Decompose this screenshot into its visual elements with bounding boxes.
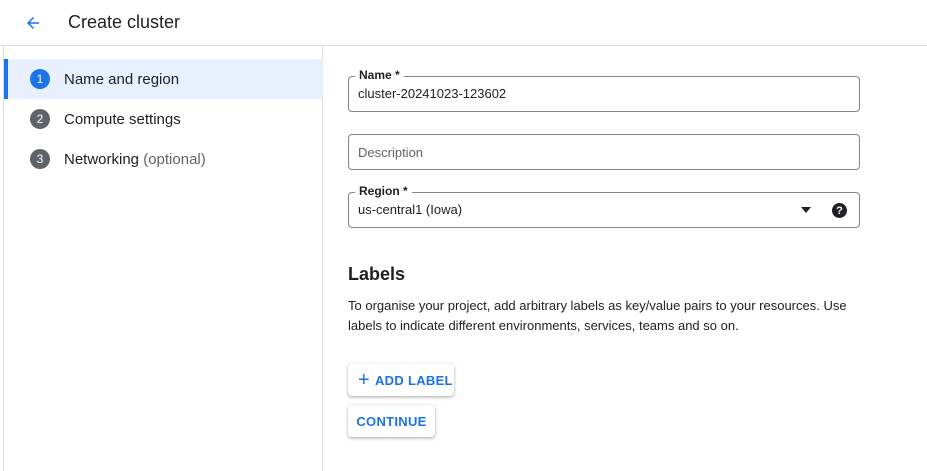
step-number: 2 bbox=[30, 109, 50, 129]
name-field-label: Name * bbox=[355, 68, 404, 82]
region-field-value: us-central1 (Iowa) bbox=[358, 202, 463, 217]
step-optional-tag: (optional) bbox=[143, 150, 206, 168]
labels-description: To organise your project, add arbitrary … bbox=[348, 298, 847, 333]
plus-icon: + bbox=[358, 369, 370, 391]
continue-button[interactable]: CONTINUE bbox=[348, 405, 435, 437]
step-number: 3 bbox=[30, 149, 50, 169]
stepper: 1 Name and region 2 Compute settings 3 N… bbox=[4, 46, 323, 471]
labels-heading: Labels bbox=[348, 264, 406, 284]
dropdown-arrow-icon[interactable] bbox=[801, 207, 811, 213]
description-field[interactable] bbox=[348, 134, 860, 170]
arrow-back-icon bbox=[27, 17, 39, 29]
step-networking[interactable]: 3 Networking (optional) bbox=[4, 139, 323, 179]
step-compute-settings[interactable]: 2 Compute settings bbox=[4, 99, 323, 139]
step-number: 1 bbox=[30, 69, 50, 89]
page-title: Create cluster bbox=[68, 12, 181, 32]
name-field-value: cluster-20241023-123602 bbox=[358, 86, 507, 101]
step-name-and-region[interactable]: 1 Name and region bbox=[4, 59, 323, 99]
region-field-label: Region * bbox=[355, 184, 412, 198]
description-input[interactable] bbox=[349, 135, 859, 169]
step-label: Networking (optional) bbox=[64, 150, 206, 168]
step-label: Compute settings bbox=[64, 110, 181, 128]
region-select[interactable]: Region * us-central1 (Iowa) ? bbox=[348, 184, 860, 228]
name-field[interactable]: Name * cluster-20241023-123602 bbox=[348, 68, 860, 112]
help-icon[interactable]: ? bbox=[832, 203, 847, 218]
continue-text: CONTINUE bbox=[356, 413, 427, 429]
step-label: Name and region bbox=[64, 70, 180, 88]
add-label-text: ADD LABEL bbox=[374, 372, 453, 388]
page-header: Create cluster bbox=[0, 0, 927, 46]
add-label-button[interactable]: + ADD LABEL bbox=[348, 364, 454, 396]
back-button[interactable] bbox=[18, 8, 48, 38]
